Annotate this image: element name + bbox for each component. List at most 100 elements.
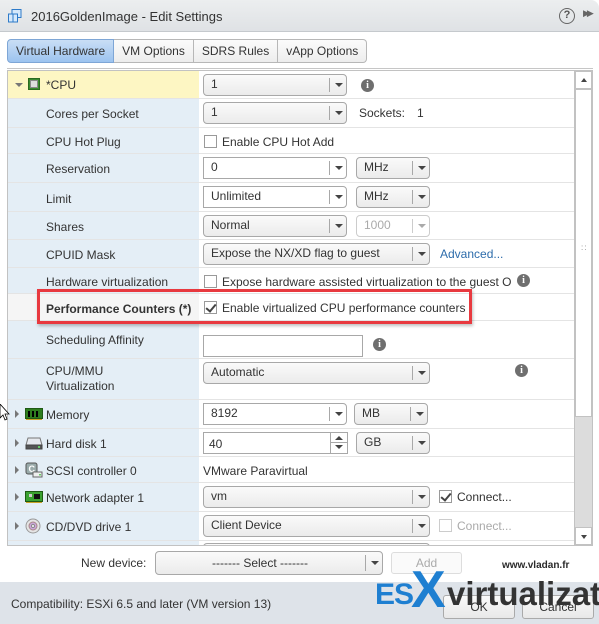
cpu-count-select[interactable]: 1 [203,74,347,96]
scsi-controller-value: VMware Paravirtual [203,464,308,478]
chevron-down-icon [412,490,429,504]
shares-label: Shares [46,220,85,234]
sockets-label: Sockets: [359,106,406,120]
cpu-mmu-label-line2: Virtualization [46,379,115,393]
tab-virtual-hardware[interactable]: Virtual Hardware [7,39,115,63]
tab-sdrs-rules[interactable]: SDRS Rules [193,39,279,63]
chevron-down-icon [329,161,346,175]
chevron-down-icon [410,407,427,421]
stepper-down-icon[interactable] [335,445,343,449]
chevron-down-icon [412,190,429,204]
cpuid-mask-label: CPUID Mask [46,248,116,262]
hardware-virtualization-label: Hardware virtualization [46,275,169,289]
scheduling-affinity-input[interactable] [203,335,363,357]
network-connect-checkbox[interactable] [439,490,452,503]
expand-arrow-icon[interactable] [15,410,19,418]
cpu-mmu-virtualization-row: CPU/MMU Virtualization Automatic i [8,359,574,400]
info-icon[interactable]: i [517,274,530,287]
help-icon[interactable]: ? [559,8,575,24]
cpu-hot-add-label: Enable CPU Hot Add [222,135,335,149]
scheduling-affinity-row: Scheduling Affinity i [8,321,574,359]
hard-disk-icon [25,437,43,450]
reservation-label: Reservation [46,162,111,176]
mouse-cursor-icon [0,404,10,421]
scroll-up-icon[interactable] [575,71,592,89]
chevron-down-icon [412,519,429,533]
network-select[interactable]: vm [203,486,430,508]
chevron-down-icon [412,161,429,175]
tab-vm-options[interactable]: VM Options [114,39,194,63]
tab-bar: Virtual Hardware VM Options SDRS Rules v… [7,39,368,63]
chevron-down-icon [329,219,346,233]
limit-row: Limit Unlimited MHz [8,183,574,212]
highlight-annotation [37,289,472,324]
network-adapter-label: Network adapter 1 [46,491,145,505]
shares-row: Shares Normal 1000 [8,212,574,240]
cd-dvd-label: CD/DVD drive 1 [46,520,132,534]
collapse-arrow-icon[interactable] [15,83,23,87]
vm-icon [8,9,22,23]
cpu-mmu-select[interactable]: Automatic [203,362,430,384]
tab-vapp-options[interactable]: vApp Options [278,39,368,63]
info-icon[interactable]: i [515,364,528,377]
hardware-virtualization-checkbox[interactable] [204,275,217,288]
network-connect-label: Connect... [457,490,512,504]
next-row-partial [8,541,574,545]
memory-input[interactable]: 8192 [203,403,347,425]
scroll-down-icon[interactable] [575,527,592,545]
cores-per-socket-label: Cores per Socket [46,107,139,121]
expand-arrow-icon[interactable] [15,439,19,447]
dialog-title: 2016GoldenImage - Edit Settings [31,9,223,24]
limit-unit-select[interactable]: MHz [356,186,430,208]
reservation-input[interactable]: 0 [203,157,347,179]
scrollbar-thumb[interactable]: :: [575,89,592,417]
network-adapter-row: Network adapter 1 vm Connect... [8,483,574,512]
stepper-up-icon[interactable] [335,436,343,440]
hard-disk-label: Hard disk 1 [46,437,107,451]
vertical-scrollbar[interactable]: :: [574,71,592,545]
hard-disk-unit-select[interactable]: GB [356,432,430,454]
hard-disk-size-input[interactable]: 40 [203,432,348,454]
advanced-link[interactable]: Advanced... [440,247,503,261]
network-adapter-icon [25,491,43,503]
expand-arrow-icon[interactable] [15,493,19,501]
cd-dvd-select[interactable]: Client Device [203,515,430,537]
expand-arrow-icon[interactable] [15,522,19,530]
memory-label: Memory [46,408,90,422]
cpuid-mask-select[interactable]: Expose the NX/XD flag to guest [203,243,430,265]
limit-label: Limit [46,192,72,206]
cpu-hot-plug-label: CPU Hot Plug [46,135,121,149]
cd-dvd-row: CD/DVD drive 1 Client Device Connect... [8,512,574,541]
expand-arrow-icon[interactable] [15,466,19,474]
expand-icon[interactable]: ▶▶ [583,8,594,19]
memory-icon [25,408,43,420]
watermark-url: www.vladan.fr [502,560,570,571]
memory-unit-select[interactable]: MB [354,403,428,425]
hardware-virtualization-checkbox-label: Expose hardware assisted virtualization … [222,275,512,289]
cd-dvd-connect-checkbox [439,519,452,532]
cpu-hot-add-checkbox[interactable] [204,135,217,148]
chevron-down-icon [412,436,429,450]
shares-select[interactable]: Normal [203,215,347,237]
cd-dvd-icon [25,518,41,534]
reservation-unit-select[interactable]: MHz [356,157,430,179]
new-device-select[interactable]: ------- Select ------- [155,551,383,575]
cores-per-socket-select[interactable]: 1 [203,102,347,124]
info-icon[interactable]: i [373,338,386,351]
divider [7,68,593,69]
chevron-down-icon [412,247,429,261]
chevron-down-icon [412,219,429,233]
add-device-button: Add [391,552,462,574]
chevron-down-icon [329,190,346,204]
limit-input[interactable]: Unlimited [203,186,347,208]
cpu-row: *CPU 1 i [8,71,574,99]
cd-dvd-connect-label: Connect... [457,519,512,533]
stepper[interactable] [330,433,347,453]
cancel-button[interactable]: Cancel [522,595,594,619]
chevron-down-icon [329,78,346,92]
grip-icon: :: [581,243,588,252]
ok-button[interactable]: OK [443,595,515,619]
cores-per-socket-row: Cores per Socket 1 Sockets: 1 [8,99,574,128]
scheduling-affinity-label: Scheduling Affinity [46,333,144,347]
info-icon[interactable]: i [361,79,374,92]
